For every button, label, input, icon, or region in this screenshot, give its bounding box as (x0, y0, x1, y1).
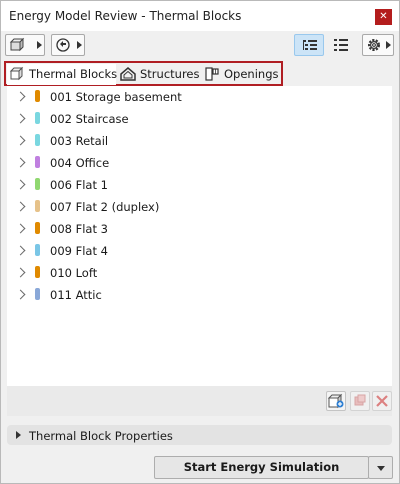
window-title: Energy Model Review - Thermal Blocks (9, 9, 242, 23)
list-item[interactable]: 009 Flat 4 (7, 240, 392, 262)
chevron-right-icon[interactable] (15, 91, 26, 102)
tab-label: Thermal Blocks (29, 67, 118, 81)
chevron-right-icon (386, 41, 391, 49)
color-swatch (35, 90, 40, 102)
tab-label: Structures (140, 67, 200, 81)
delete-block-icon (376, 395, 388, 407)
chevron-right-icon[interactable] (15, 245, 26, 256)
list-item-label: 007 Flat 2 (duplex) (50, 200, 160, 214)
color-swatch (35, 266, 40, 278)
chevron-right-icon[interactable] (15, 157, 26, 168)
tab-label: Openings (224, 67, 279, 81)
list-item[interactable]: 011 Attic (7, 284, 392, 306)
list-item-label: 006 Flat 1 (50, 178, 108, 192)
chevron-right-icon[interactable] (15, 289, 26, 300)
thermal-block-list: 001 Storage basement 002 Staircase 003 R… (7, 86, 392, 386)
list-item-label: 011 Attic (50, 288, 102, 302)
color-swatch (35, 178, 40, 190)
list-item[interactable]: 010 Loft (7, 262, 392, 284)
openings-icon (205, 67, 219, 81)
title-bar: Energy Model Review - Thermal Blocks ✕ (1, 1, 399, 31)
list-action-bar (7, 386, 392, 416)
list-item-label: 002 Staircase (50, 112, 129, 126)
energy-model-review-window: Energy Model Review - Thermal Blocks ✕ T… (0, 0, 400, 484)
chevron-right-icon[interactable] (15, 267, 26, 278)
toolbar (1, 31, 399, 61)
duplicate-block-button[interactable] (350, 391, 370, 411)
list-item[interactable]: 002 Staircase (7, 108, 392, 130)
duplicate-block-icon (354, 394, 366, 406)
close-button[interactable]: ✕ (375, 9, 392, 25)
chevron-right-icon[interactable] (15, 201, 26, 212)
add-block-button[interactable] (326, 391, 346, 411)
list-item[interactable]: 006 Flat 1 (7, 174, 392, 196)
list-view-button[interactable] (326, 34, 356, 56)
list-item-label: 010 Loft (50, 266, 98, 280)
chevron-down-icon (377, 466, 385, 471)
refresh-button[interactable] (51, 34, 85, 56)
add-block-icon (327, 393, 344, 409)
thermal-block-properties-toggle[interactable]: Thermal Block Properties (7, 425, 392, 445)
list-item[interactable]: 008 Flat 3 (7, 218, 392, 240)
start-energy-simulation-button[interactable]: Start Energy Simulation (154, 456, 369, 479)
color-swatch (35, 156, 40, 168)
color-swatch (35, 288, 40, 300)
tree-view-button[interactable] (294, 34, 324, 56)
color-swatch (35, 222, 40, 234)
color-swatch (35, 244, 40, 256)
list-item[interactable]: 003 Retail (7, 130, 392, 152)
expand-triangle-icon (16, 431, 21, 439)
list-item[interactable]: 001 Storage basement (7, 86, 392, 108)
list-item-label: 008 Flat 3 (50, 222, 108, 236)
chevron-right-icon[interactable] (15, 113, 26, 124)
refresh-icon (56, 38, 70, 52)
properties-label: Thermal Block Properties (29, 429, 173, 443)
list-item-label: 003 Retail (50, 134, 109, 148)
list-item-label: 009 Flat 4 (50, 244, 108, 258)
list-item[interactable]: 004 Office (7, 152, 392, 174)
model-icon (9, 37, 25, 52)
chevron-right-icon[interactable] (15, 135, 26, 146)
chevron-right-icon[interactable] (15, 179, 26, 190)
close-icon: ✕ (379, 11, 388, 22)
color-swatch (35, 134, 40, 146)
gear-icon (368, 39, 380, 51)
start-energy-simulation-label: Start Energy Simulation (183, 460, 340, 474)
list-view-icon (334, 39, 348, 51)
list-item-label: 004 Office (50, 156, 110, 170)
chevron-right-icon (77, 41, 82, 49)
simulation-options-dropdown[interactable] (368, 456, 393, 479)
delete-block-button[interactable] (372, 391, 392, 411)
thermal-blocks-icon (9, 66, 24, 81)
color-swatch (35, 200, 40, 212)
chevron-right-icon[interactable] (15, 223, 26, 234)
chevron-right-icon (37, 41, 42, 49)
tab-structures[interactable]: Structures (118, 64, 200, 85)
tab-thermal-blocks[interactable]: Thermal Blocks (7, 64, 118, 85)
color-swatch (35, 112, 40, 124)
tab-openings[interactable]: Openings (202, 64, 282, 85)
structures-icon (120, 67, 136, 81)
list-item[interactable]: 007 Flat 2 (duplex) (7, 196, 392, 218)
tab-bar: Thermal Blocks Structures Openings (4, 61, 283, 86)
settings-button[interactable] (362, 34, 394, 56)
list-item-label: 001 Storage basement (50, 90, 182, 104)
model-button[interactable] (5, 34, 45, 56)
tree-view-icon (303, 40, 317, 50)
